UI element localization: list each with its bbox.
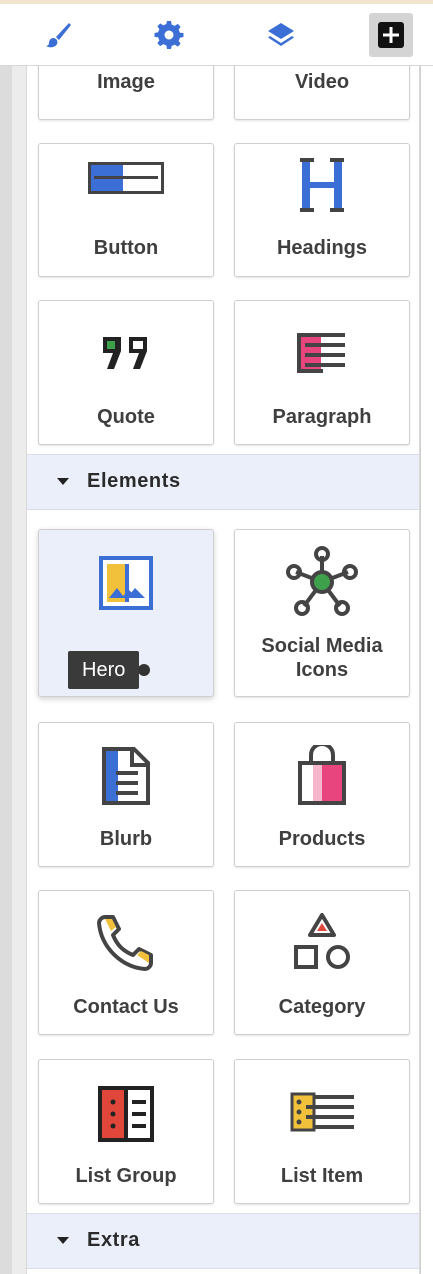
section-elements-title: Elements (87, 470, 181, 492)
list-group-icon (39, 1086, 213, 1142)
heading-icon (235, 158, 409, 212)
section-elements-header[interactable]: Elements (27, 454, 419, 510)
block-quote-label: Quote (97, 406, 155, 428)
add-block-icon (378, 22, 404, 48)
shopping-bag-icon (235, 745, 409, 805)
settings-tab[interactable] (139, 4, 199, 66)
block-headings[interactable]: Headings (234, 143, 410, 277)
block-list-item[interactable]: List Item (234, 1059, 410, 1204)
block-list-group[interactable]: List Group (38, 1059, 214, 1204)
block-contact-us[interactable]: Contact Us (38, 890, 214, 1035)
hero-tooltip: Hero (68, 651, 140, 689)
layers-icon (268, 23, 294, 46)
shapes-icon (235, 911, 409, 973)
list-item-icon (235, 1092, 409, 1132)
block-image[interactable]: Image (38, 66, 214, 120)
block-contact-us-label: Contact Us (73, 996, 179, 1018)
left-gutter (0, 66, 26, 1274)
layers-tab[interactable] (251, 4, 311, 66)
block-social-media-label: Social Media Icons (261, 635, 383, 681)
block-products-label: Products (278, 828, 366, 850)
button-icon (39, 162, 213, 194)
section-extra-header[interactable]: Extra (27, 1213, 419, 1269)
block-blurb-label: Blurb (99, 828, 153, 850)
block-paragraph-label: Paragraph (272, 406, 372, 428)
brush-icon (46, 23, 71, 48)
block-video-label: Video (294, 71, 350, 93)
block-list-group-label: List Group (75, 1165, 177, 1187)
block-headings-label: Headings (276, 237, 368, 259)
block-category-label: Category (278, 996, 366, 1018)
block-video[interactable]: Video (234, 66, 410, 120)
block-paragraph[interactable]: Paragraph (234, 300, 410, 445)
caret-down-icon (57, 478, 69, 485)
block-products[interactable]: Products (234, 722, 410, 867)
gutter-bar (0, 66, 12, 1274)
quote-icon (39, 335, 213, 371)
add-tab[interactable] (366, 4, 416, 66)
hero-label-peek (138, 664, 150, 676)
block-button[interactable]: Button (38, 143, 214, 277)
block-category[interactable]: Category (234, 890, 410, 1035)
gear-icon (154, 21, 184, 49)
scrollbar-track[interactable] (420, 66, 433, 1274)
block-list-item-label: List Item (280, 1165, 364, 1187)
social-network-icon (235, 546, 409, 618)
phone-icon (39, 913, 213, 971)
block-quote[interactable]: Quote (38, 300, 214, 445)
blurb-icon (39, 747, 213, 805)
gutter-bar-inner (12, 66, 26, 1274)
block-social-media[interactable]: Social Media Icons (234, 529, 410, 697)
section-extra-title: Extra (87, 1229, 141, 1251)
hero-icon (39, 556, 213, 610)
block-button-label: Button (93, 237, 159, 259)
block-image-label: Image (97, 71, 155, 93)
block-blurb[interactable]: Blurb (38, 722, 214, 867)
paragraph-icon (235, 331, 409, 375)
caret-down-icon (57, 1237, 69, 1244)
style-tab[interactable] (28, 4, 88, 66)
toolbar (0, 4, 433, 66)
